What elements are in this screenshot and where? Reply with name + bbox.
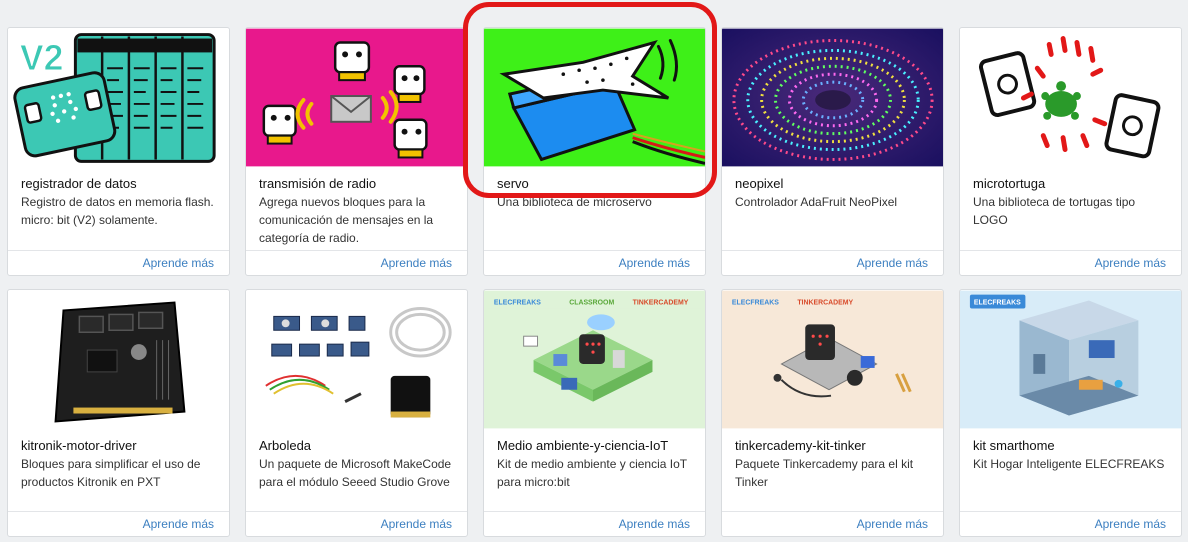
microturtle-illustration xyxy=(960,28,1181,167)
learn-more-link[interactable]: Aprende más xyxy=(619,517,690,531)
card-footer: Aprende más xyxy=(484,511,705,536)
learn-more-link[interactable]: Aprende más xyxy=(1095,256,1166,270)
radio-illustration xyxy=(246,28,467,167)
tinkercademy-thumbnail: ELECFREAKS TINKERCADEMY xyxy=(722,290,943,429)
extension-description: Kit de medio ambiente y ciencia IoT para… xyxy=(497,457,687,489)
learn-more-link[interactable]: Aprende más xyxy=(143,517,214,531)
extension-description: Bloques para simplificar el uso de produ… xyxy=(21,457,201,489)
servo-thumbnail xyxy=(484,28,705,167)
elecfreaks-logo: ELECFREAKS xyxy=(732,299,779,306)
datalogger-thumbnail: V2 xyxy=(8,28,229,167)
extension-description: Un paquete de Microsoft MakeCode para el… xyxy=(259,457,452,489)
extension-card-smarthome-kit[interactable]: ELECFREAKS kit smarthome Kit Hogar Intel… xyxy=(959,289,1182,537)
learn-more-link[interactable]: Aprende más xyxy=(857,517,928,531)
extension-card-microturtle[interactable]: microtortuga Una biblioteca de tortugas … xyxy=(959,27,1182,276)
tinker-kit-illustration: ELECFREAKS TINKERCADEMY xyxy=(722,290,943,429)
smarthome-illustration: ELECFREAKS xyxy=(960,290,1181,429)
tinkercademy-logo: TINKERCADEMY xyxy=(633,299,689,306)
extensions-grid: V2 registrador de datos Registro de dato… xyxy=(7,27,1187,537)
learn-more-link[interactable]: Aprende más xyxy=(381,517,452,531)
motor-driver-board-illustration xyxy=(8,290,229,429)
card-footer: Aprende más xyxy=(960,511,1181,536)
extension-title: tinkercademy-kit-tinker xyxy=(735,438,866,453)
extension-card-kitronik-motor-driver[interactable]: kitronik-motor-driver Bloques para simpl… xyxy=(7,289,230,537)
extension-description: Una biblioteca de microservo xyxy=(497,195,652,209)
microturtle-thumbnail xyxy=(960,28,1181,167)
card-footer: Aprende más xyxy=(722,511,943,536)
extension-card-environment-science-iot[interactable]: ELECFREAKS CLASSROOM TINKERCADEMY Medio … xyxy=(483,289,706,537)
extension-card-tinkercademy-kit[interactable]: ELECFREAKS TINKERCADEMY tinkercademy-kit… xyxy=(721,289,944,537)
extension-title: neopixel xyxy=(735,176,784,191)
extension-description: Paquete Tinkercademy para el kit Tinker xyxy=(735,457,914,489)
extension-title: transmisión de radio xyxy=(259,176,377,191)
tinkercademy-logo: TINKERCADEMY xyxy=(797,299,853,306)
extension-title: microtortuga xyxy=(973,176,1046,191)
learn-more-link[interactable]: Aprende más xyxy=(143,256,214,270)
extension-title: kit smarthome xyxy=(973,438,1055,453)
elecfreaks-logo: ELECFREAKS xyxy=(494,299,541,306)
card-footer: Aprende más xyxy=(246,511,467,536)
extension-title: kitronik-motor-driver xyxy=(21,438,137,453)
kitronik-thumbnail xyxy=(8,290,229,429)
extension-title: servo xyxy=(497,176,529,191)
iot-thumbnail: ELECFREAKS CLASSROOM TINKERCADEMY xyxy=(484,290,705,429)
datalogger-illustration: V2 xyxy=(8,28,229,167)
smarthome-thumbnail: ELECFREAKS xyxy=(960,290,1181,429)
grove-modules-illustration xyxy=(246,290,467,429)
learn-more-link[interactable]: Aprende más xyxy=(857,256,928,270)
learn-more-link[interactable]: Aprende más xyxy=(381,256,452,270)
radio-thumbnail xyxy=(246,28,467,167)
extension-title: Arboleda xyxy=(259,438,312,453)
learn-more-link[interactable]: Aprende más xyxy=(619,256,690,270)
neopixel-thumbnail xyxy=(722,28,943,167)
extension-card-grove[interactable]: Arboleda Un paquete de Microsoft MakeCod… xyxy=(245,289,468,537)
extension-title: registrador de datos xyxy=(21,176,137,191)
iot-kit-illustration: ELECFREAKS CLASSROOM TINKERCADEMY xyxy=(484,290,705,429)
servo-illustration xyxy=(484,28,705,167)
extension-description: Controlador AdaFruit NeoPixel xyxy=(735,195,898,209)
extension-card-radio-broadcast[interactable]: transmisión de radio Agrega nuevos bloqu… xyxy=(245,27,468,276)
extension-description: Registro de datos en memoria flash. micr… xyxy=(21,195,214,227)
card-footer: Aprende más xyxy=(8,250,229,275)
neopixel-illustration xyxy=(722,28,943,167)
elecfreaks-logo: ELECFREAKS xyxy=(974,299,1021,306)
learn-more-link[interactable]: Aprende más xyxy=(1095,517,1166,531)
card-footer: Aprende más xyxy=(8,511,229,536)
card-footer: Aprende más xyxy=(246,250,467,275)
card-footer: Aprende más xyxy=(960,250,1181,275)
card-footer: Aprende más xyxy=(484,250,705,275)
classroom-logo: CLASSROOM xyxy=(569,299,614,306)
extension-description: Agrega nuevos bloques para la comunicaci… xyxy=(259,195,434,245)
v2-badge: V2 xyxy=(20,38,64,78)
extension-title: Medio ambiente-y-ciencia-IoT xyxy=(497,438,669,453)
extension-description: Kit Hogar Inteligente ELECFREAKS xyxy=(973,457,1165,471)
extension-card-servo[interactable]: servo Una biblioteca de microservo Apren… xyxy=(483,27,706,276)
extension-description: Una biblioteca de tortugas tipo LOGO xyxy=(973,195,1136,227)
extension-card-neopixel[interactable]: neopixel Controlador AdaFruit NeoPixel A… xyxy=(721,27,944,276)
grove-thumbnail xyxy=(246,290,467,429)
card-footer: Aprende más xyxy=(722,250,943,275)
extension-card-datalogger[interactable]: V2 registrador de datos Registro de dato… xyxy=(7,27,230,276)
